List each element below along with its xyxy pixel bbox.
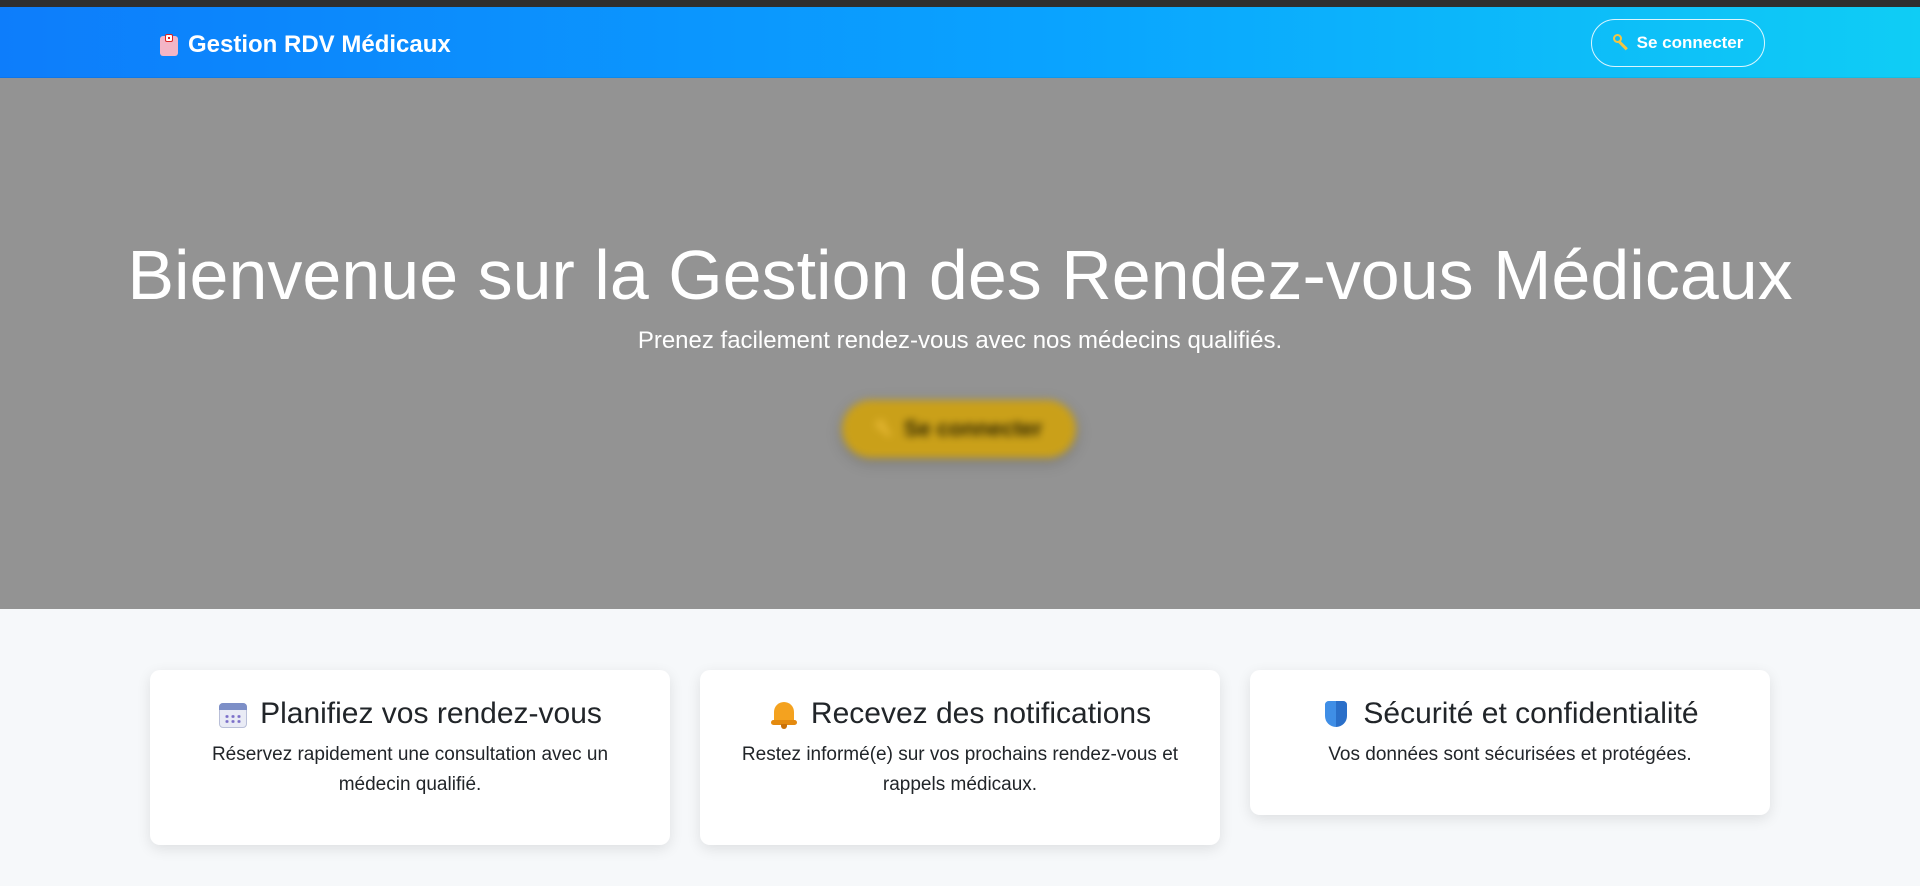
key-icon [875,420,894,438]
brand-link[interactable]: Gestion RDV Médicaux [158,31,451,59]
feature-text: Restez informé(e) sur vos prochains rend… [741,744,1179,795]
feature-text: Réservez rapidement une consultation ave… [211,744,609,795]
hero-title: Bienvenue sur la Gestion des Rendez-vous… [127,236,1793,314]
feature-card-notifications: Recevez des notifications Restez informé… [700,670,1220,845]
feature-title: Sécurité et confidentialité [1363,697,1699,730]
key-icon [1612,34,1631,52]
calendar-icon [218,699,248,729]
hero-login-button[interactable]: Se connecter [842,400,1076,458]
hero-subtitle: Prenez facilement rendez-vous avec nos m… [637,327,1283,354]
navbar-login-button[interactable]: Se connecter [1591,19,1765,67]
hospital-icon [158,32,180,58]
hero-section: Bienvenue sur la Gestion des Rendez-vous… [0,78,1920,609]
window-top-border [0,0,1920,7]
shield-icon [1321,699,1351,729]
feature-title: Planifiez vos rendez-vous [260,697,602,730]
brand-label: Gestion RDV Médicaux [188,31,451,58]
bell-icon [769,699,799,729]
feature-title: Recevez des notifications [810,697,1152,730]
feature-card-planning: Planifiez vos rendez-vous Réservez rapid… [150,670,670,845]
navbar-login-label: Se connecter [1636,33,1744,52]
feature-text: Vos données sont sécurisées et protégées… [1328,744,1692,765]
feature-card-security: Sécurité et confidentialité Vos données … [1250,670,1770,815]
hero-login-label: Se connecter [903,416,1043,441]
navbar: Gestion RDV Médicaux Se connecter [0,7,1920,78]
features-section: Planifiez vos rendez-vous Réservez rapid… [0,609,1920,886]
